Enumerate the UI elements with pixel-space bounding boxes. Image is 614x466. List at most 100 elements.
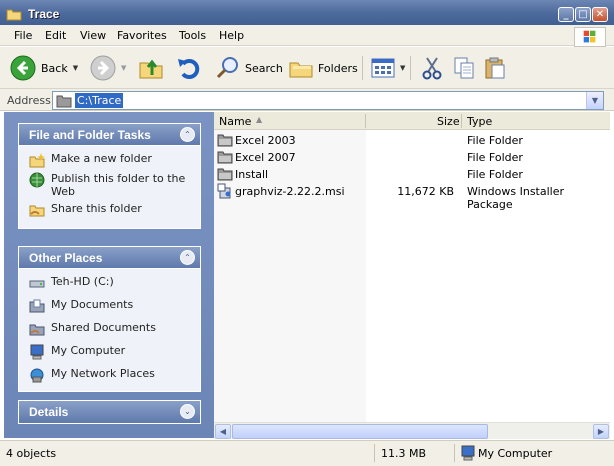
file-row[interactable]: graphviz-2.22.2.msi 11,672 KB Windows In… xyxy=(214,183,610,211)
task-pane: File and Folder Tasks ⌃ Make a new folde… xyxy=(4,112,214,438)
file-type: File Folder xyxy=(467,168,523,181)
menu-file[interactable]: File xyxy=(14,29,32,42)
place-my-documents[interactable]: My Documents xyxy=(29,298,194,314)
scroll-left-button[interactable]: ◀ xyxy=(215,424,231,439)
maximize-button[interactable]: □ xyxy=(575,7,591,22)
object-count: 4 objects xyxy=(6,447,57,460)
column-type[interactable]: Type xyxy=(467,115,492,128)
panel-title: File and Folder Tasks xyxy=(29,128,151,142)
status-bar: 4 objects 11.3 MB My Computer xyxy=(0,440,614,466)
other-places-panel: Other Places ⌃ Teh-HD (C:) My Documents xyxy=(18,246,201,392)
task-label: Make a new folder xyxy=(51,152,152,165)
panel-header[interactable]: File and Folder Tasks ⌃ xyxy=(19,124,200,146)
up-folder-button[interactable] xyxy=(138,53,164,83)
folder-icon xyxy=(217,151,233,164)
collapse-icon[interactable]: ⌃ xyxy=(180,250,195,265)
address-input[interactable]: C:\Trace ▼ xyxy=(52,91,604,110)
documents-folder-icon xyxy=(29,299,45,313)
file-row[interactable]: Excel 2003 File Folder xyxy=(214,132,610,149)
back-dropdown-icon[interactable]: ▼ xyxy=(73,64,78,72)
place-drive-c[interactable]: Teh-HD (C:) xyxy=(29,275,194,291)
back-label: Back xyxy=(41,61,68,75)
file-type: File Folder xyxy=(467,151,523,164)
shared-folder-icon xyxy=(29,324,45,336)
column-name[interactable]: Name xyxy=(219,115,251,128)
file-folder-tasks-panel: File and Folder Tasks ⌃ Make a new folde… xyxy=(18,123,201,229)
task-new-folder[interactable]: Make a new folder xyxy=(29,152,194,168)
undo-button[interactable] xyxy=(176,53,202,83)
address-label: Address xyxy=(7,94,51,107)
network-icon xyxy=(30,368,44,383)
windows-logo-icon xyxy=(574,27,606,47)
address-value: C:\Trace xyxy=(75,93,124,108)
panel-title: Details xyxy=(29,405,69,419)
address-dropdown-button[interactable]: ▼ xyxy=(586,92,603,109)
horizontal-scrollbar[interactable]: ◀ ▶ xyxy=(214,422,610,439)
folders-button[interactable]: Folders xyxy=(289,53,358,83)
panel-header[interactable]: Details ⌄ xyxy=(19,401,200,423)
scroll-right-button[interactable]: ▶ xyxy=(593,424,609,439)
up-folder-icon xyxy=(139,59,163,79)
minimize-button[interactable]: _ xyxy=(558,7,574,22)
file-list: Name ▲ Size Type Excel 2003 File Folder … xyxy=(214,112,610,439)
menu-view[interactable]: View xyxy=(80,29,106,42)
share-folder-icon xyxy=(29,205,45,217)
task-share-folder[interactable]: Share this folder xyxy=(29,202,194,218)
file-row[interactable]: Excel 2007 File Folder xyxy=(214,149,610,166)
menu-tools[interactable]: Tools xyxy=(179,29,206,42)
computer-icon xyxy=(461,445,475,461)
place-shared-documents[interactable]: Shared Documents xyxy=(29,321,194,337)
forward-button[interactable]: ▼ xyxy=(90,53,126,83)
globe-icon xyxy=(29,172,45,188)
file-name: Excel 2003 xyxy=(235,134,296,147)
new-folder-icon xyxy=(29,153,45,168)
selection-size: 11.3 MB xyxy=(381,447,427,460)
folder-icon xyxy=(56,95,72,108)
menu-favorites[interactable]: Favorites xyxy=(117,29,167,42)
place-network[interactable]: My Network Places xyxy=(29,367,194,383)
folders-label: Folders xyxy=(318,61,358,75)
file-name: Install xyxy=(235,168,269,181)
undo-icon xyxy=(178,59,200,79)
collapse-icon[interactable]: ⌃ xyxy=(180,127,195,142)
task-label: Share this folder xyxy=(51,202,142,215)
scroll-thumb[interactable] xyxy=(232,424,488,439)
hard-drive-icon xyxy=(29,280,45,288)
sort-ascending-icon: ▲ xyxy=(256,115,263,124)
search-button[interactable]: Search xyxy=(216,53,283,83)
status-location: My Computer xyxy=(478,447,553,460)
panel-header[interactable]: Other Places ⌃ xyxy=(19,247,200,269)
address-bar: Address C:\Trace ▼ xyxy=(0,89,614,111)
details-panel: Details ⌄ xyxy=(18,400,201,424)
paste-button[interactable] xyxy=(483,53,507,83)
toolbar: Back ▼ ▼ Search Folders ▼ xyxy=(0,47,614,89)
folder-icon xyxy=(6,9,22,21)
menu-edit[interactable]: Edit xyxy=(45,29,66,42)
file-row[interactable]: Install File Folder xyxy=(214,166,610,183)
file-size: 11,672 KB xyxy=(397,185,454,198)
menu-help[interactable]: Help xyxy=(219,29,244,42)
paste-icon xyxy=(485,57,505,79)
expand-icon[interactable]: ⌄ xyxy=(180,404,195,419)
column-size[interactable]: Size xyxy=(437,115,460,128)
forward-dropdown-icon[interactable]: ▼ xyxy=(121,64,126,72)
back-arrow-icon xyxy=(10,55,36,81)
column-header: Name ▲ Size Type xyxy=(214,112,610,130)
search-icon xyxy=(216,57,238,79)
task-publish-web[interactable]: Publish this folder to the Web xyxy=(29,172,194,198)
place-label: My Documents xyxy=(51,298,134,311)
close-button[interactable]: ✕ xyxy=(592,7,608,22)
forward-arrow-icon xyxy=(90,55,116,81)
copy-button[interactable] xyxy=(452,53,476,83)
file-type: File Folder xyxy=(467,134,523,147)
back-button[interactable]: Back ▼ xyxy=(10,53,78,83)
place-label: My Computer xyxy=(51,344,126,357)
window-title: Trace xyxy=(28,7,60,21)
computer-icon xyxy=(30,344,44,360)
views-button[interactable]: ▼ xyxy=(371,53,405,83)
installer-icon xyxy=(217,183,231,199)
folders-icon xyxy=(289,62,313,78)
place-my-computer[interactable]: My Computer xyxy=(29,344,194,360)
place-label: Teh-HD (C:) xyxy=(51,275,114,288)
cut-button[interactable] xyxy=(420,53,444,83)
